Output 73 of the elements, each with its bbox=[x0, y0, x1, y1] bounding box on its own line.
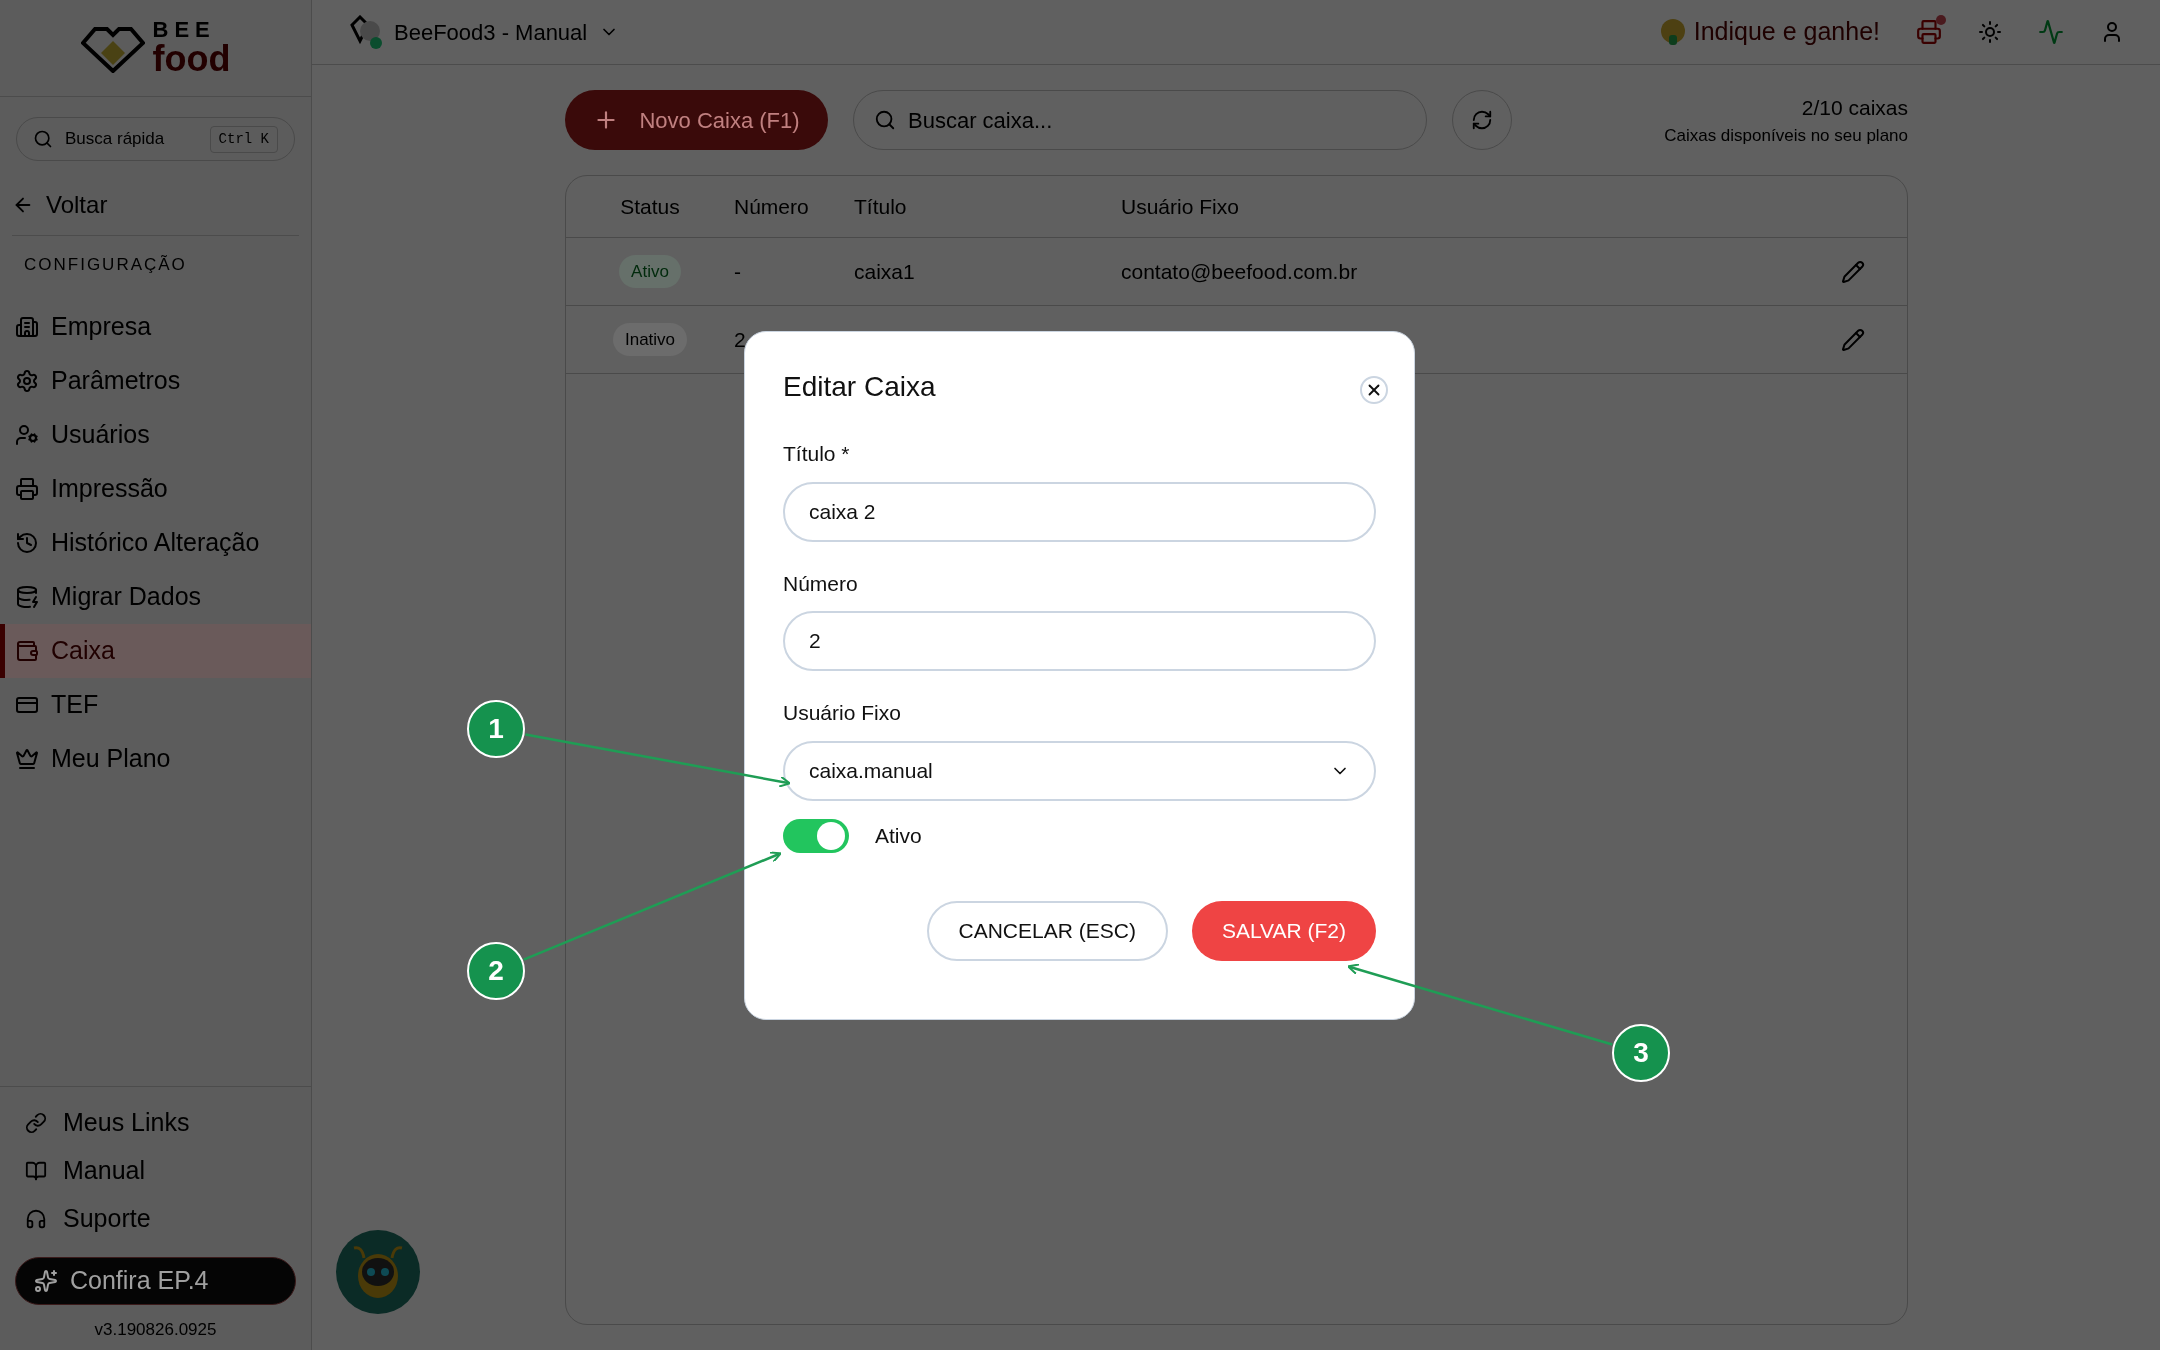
footer-link[interactable]: Manual bbox=[0, 1146, 311, 1195]
refresh-icon bbox=[1471, 109, 1493, 131]
field-label: Título * bbox=[783, 441, 851, 467]
sidebar-item[interactable]: TEF bbox=[0, 677, 311, 732]
toggle-label: Ativo bbox=[875, 822, 922, 849]
user-gear-icon bbox=[15, 422, 39, 447]
referral-link[interactable]: Indique e ganhe! bbox=[1659, 13, 1880, 51]
back-link[interactable]: Voltar bbox=[12, 187, 299, 223]
callout-number: 2 bbox=[467, 942, 525, 1000]
cancel-button[interactable]: CANCELAR (ESC) bbox=[926, 900, 1168, 961]
crown-icon bbox=[15, 746, 39, 771]
sidebar-item[interactable]: Impressão bbox=[0, 461, 311, 516]
status-badge: Inativo bbox=[612, 322, 688, 357]
quota-text: 2/10 caixas bbox=[1801, 94, 1908, 121]
field-label: Usuário Fixo bbox=[783, 700, 902, 726]
version-text: v3.190826.0925 bbox=[93, 1318, 218, 1341]
close-button[interactable] bbox=[1360, 376, 1388, 404]
building-icon bbox=[15, 314, 39, 339]
column-header: Status bbox=[620, 193, 680, 220]
sun-icon[interactable] bbox=[1978, 20, 2002, 44]
field-label: Número bbox=[783, 570, 859, 597]
table-cell: 2 bbox=[734, 327, 746, 351]
column-header: Usuário Fixo bbox=[1121, 194, 1239, 218]
wallet-icon bbox=[15, 638, 39, 663]
dialog-title: Editar Caixa bbox=[783, 370, 936, 404]
search-icon bbox=[874, 109, 896, 131]
sidebar-item[interactable]: Usuários bbox=[0, 407, 311, 462]
search-placeholder: Busca rápida bbox=[65, 128, 166, 151]
quota-note: Caixas disponíveis no seu plano bbox=[1664, 125, 1908, 147]
sidebar-item[interactable]: Empresa bbox=[0, 299, 311, 354]
column-header: Título bbox=[854, 194, 907, 218]
database-icon bbox=[15, 584, 39, 609]
search-placeholder: Buscar caixa... bbox=[908, 106, 1053, 135]
table-cell: caixa1 bbox=[854, 259, 915, 283]
promo-button[interactable]: Confira EP.4 bbox=[15, 1256, 296, 1305]
table-cell: contato@beefood.com.br bbox=[1121, 259, 1358, 283]
workspace-selector[interactable]: BeeFood3 - Manual bbox=[348, 15, 620, 49]
callout-number: 3 bbox=[1612, 1024, 1670, 1082]
pencil-icon bbox=[1841, 259, 1865, 284]
logo-text: BEE bbox=[152, 19, 217, 41]
column-header: Número bbox=[734, 194, 809, 218]
sparkles-icon bbox=[34, 1268, 58, 1293]
save-button[interactable]: SALVAR (F2) bbox=[1191, 900, 1376, 961]
sidebar-item[interactable]: Parâmetros bbox=[0, 353, 311, 408]
status-badge: Ativo bbox=[619, 254, 681, 289]
edit-button[interactable] bbox=[1841, 259, 1865, 284]
headphones-icon bbox=[25, 1207, 47, 1230]
table-cell: - bbox=[734, 259, 741, 283]
activity-icon[interactable] bbox=[2038, 19, 2064, 45]
callout-number: 1 bbox=[467, 700, 525, 758]
new-cash-register-button[interactable]: Novo Caixa (F1) bbox=[565, 90, 828, 150]
sidebar-item[interactable]: Caixa bbox=[0, 623, 311, 678]
active-toggle[interactable] bbox=[783, 818, 849, 853]
link-icon bbox=[25, 1111, 47, 1134]
pencil-icon bbox=[1841, 327, 1865, 352]
section-heading: CONFIGURAÇÃO bbox=[24, 254, 188, 276]
footer-link[interactable]: Meus Links bbox=[0, 1098, 311, 1147]
book-icon bbox=[25, 1159, 47, 1182]
history-icon bbox=[15, 530, 39, 555]
input-field[interactable]: 2 bbox=[783, 611, 1376, 671]
logo-text: food bbox=[152, 41, 231, 77]
sidebar-item[interactable]: Meu Plano bbox=[0, 731, 311, 786]
sidebar-item[interactable]: Histórico Alteração bbox=[0, 515, 311, 570]
gear-icon bbox=[15, 368, 39, 393]
search-icon bbox=[33, 129, 53, 149]
edit-button[interactable] bbox=[1841, 327, 1865, 352]
printer-icon[interactable] bbox=[1916, 19, 1942, 45]
printer-icon bbox=[15, 476, 39, 501]
user-select[interactable]: caixa.manual bbox=[783, 740, 1376, 801]
sidebar-item[interactable]: Migrar Dados bbox=[0, 569, 311, 624]
input-field[interactable]: caixa 2 bbox=[783, 481, 1376, 542]
footer-link[interactable]: Suporte bbox=[0, 1194, 311, 1243]
shortcut-key: Ctrl K bbox=[209, 125, 278, 153]
